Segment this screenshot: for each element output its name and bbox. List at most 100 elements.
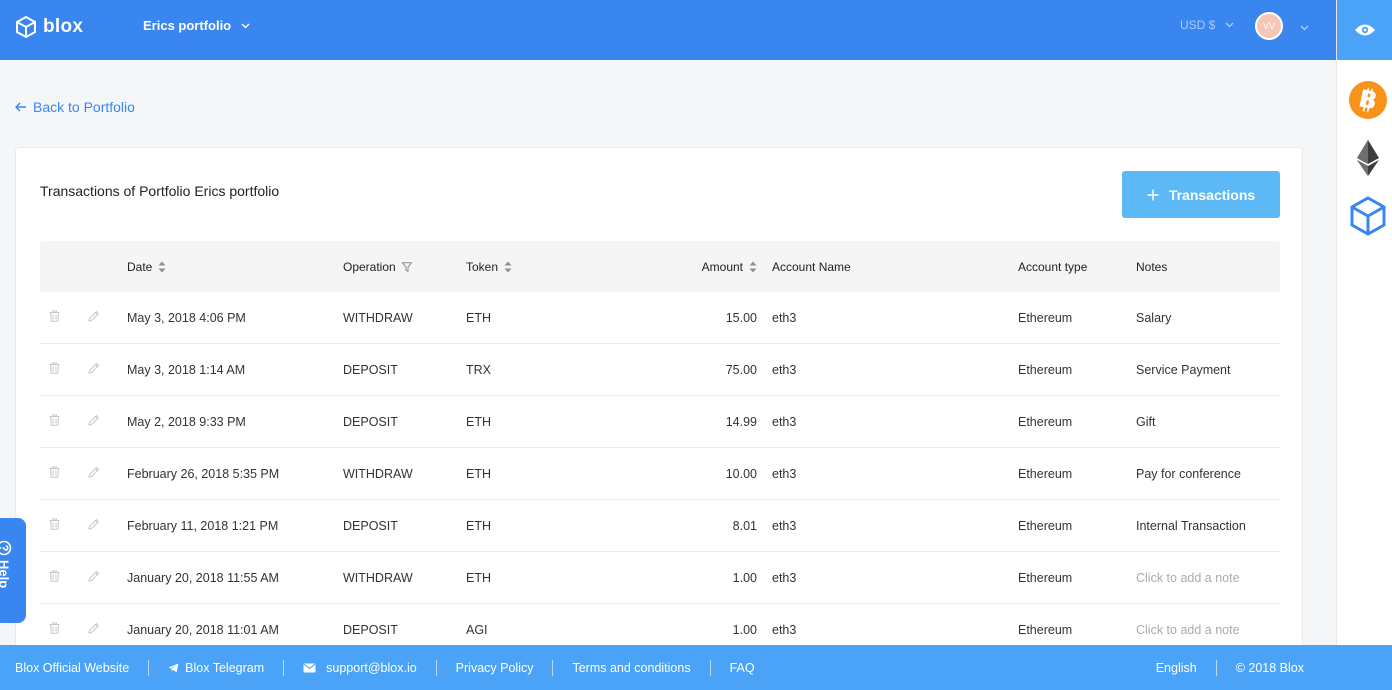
trash-icon — [49, 414, 60, 426]
edit-button[interactable] — [88, 622, 100, 634]
column-header-operation[interactable]: Operation — [343, 260, 466, 274]
edit-button[interactable] — [88, 570, 100, 582]
pencil-icon — [88, 570, 100, 582]
cell-amount: 1.00 — [732, 622, 757, 637]
footer-divider — [148, 659, 150, 676]
table-row: May 2, 2018 9:33 PM DEPOSIT ETH 14.99 eth3 Et… — [40, 396, 1280, 448]
cell-notes[interactable]: Click to add a note — [1136, 571, 1280, 585]
cell-notes[interactable]: Gift — [1136, 415, 1280, 429]
cell-operation: WITHDRAW — [343, 310, 413, 325]
edit-button[interactable] — [88, 518, 100, 530]
cell-account-name: eth3 — [772, 518, 797, 533]
chevron-down-icon — [1225, 22, 1234, 28]
cell-notes[interactable]: Service Payment — [1136, 363, 1280, 377]
currency-dropdown[interactable]: USD $ — [1180, 18, 1234, 32]
cell-date: May 3, 2018 4:06 PM — [127, 310, 246, 325]
visibility-toggle[interactable] — [1337, 0, 1392, 60]
rail-coin-ethereum[interactable] — [1348, 138, 1388, 178]
cell-token: ETH — [466, 570, 491, 585]
cell-date: May 3, 2018 1:14 AM — [127, 362, 246, 377]
portfolio-dropdown[interactable]: Erics portfolio — [143, 18, 250, 33]
delete-button[interactable] — [49, 570, 60, 582]
edit-button[interactable] — [88, 414, 100, 426]
delete-button[interactable] — [49, 622, 60, 634]
cell-account-name: eth3 — [772, 570, 797, 585]
back-link-label: Back to Portfolio — [33, 99, 135, 115]
column-header-date[interactable]: Date — [127, 260, 343, 274]
delete-button[interactable] — [49, 414, 60, 426]
cell-notes[interactable]: Internal Transaction — [1136, 519, 1280, 533]
footer-email-link[interactable]: support@blox.io — [303, 661, 417, 675]
cell-amount: 75.00 — [725, 362, 757, 377]
delete-button[interactable] — [49, 362, 60, 374]
filter-icon — [401, 261, 412, 272]
sort-icon — [749, 261, 757, 272]
cell-token: AGI — [466, 622, 488, 637]
table-row: January 20, 2018 11:55 AM WITHDRAW ETH 1.00… — [40, 552, 1280, 604]
cell-date: January 20, 2018 11:55 AM — [127, 570, 279, 585]
cell-operation: WITHDRAW — [343, 570, 413, 585]
rail-coin-bitcoin[interactable]: B — [1348, 80, 1388, 120]
cell-account-type: Ethereum — [1018, 466, 1073, 481]
plus-icon — [1147, 189, 1159, 200]
table-row: February 26, 2018 5:35 PM WITHDRAW ETH 10.0… — [40, 448, 1280, 500]
delete-button[interactable] — [49, 518, 60, 530]
brand-logo[interactable]: blox — [15, 15, 83, 39]
table-row: February 11, 2018 1:21 PM DEPOSIT ETH 8.01 e… — [40, 500, 1280, 552]
cell-token: TRX — [466, 362, 491, 377]
user-menu-toggle[interactable] — [1300, 18, 1309, 36]
cell-date: February 11, 2018 1:21 PM — [127, 518, 279, 533]
footer-divider — [283, 659, 285, 676]
footer-terms-link[interactable]: Terms and conditions — [572, 661, 690, 675]
avatar[interactable]: VV — [1255, 12, 1283, 40]
cell-date: February 26, 2018 5:35 PM — [127, 466, 280, 481]
footer-faq-link[interactable]: FAQ — [730, 661, 755, 675]
cell-account-type: Ethereum — [1018, 362, 1073, 377]
blox-logo-icon — [16, 15, 36, 39]
help-tab[interactable]: Help — [0, 518, 26, 623]
add-transaction-button[interactable]: Transactions — [1122, 171, 1280, 218]
pencil-icon — [88, 362, 100, 374]
avatar-initials: VV — [1262, 21, 1275, 31]
column-header-amount[interactable]: Amount — [606, 260, 772, 274]
footer-divider — [709, 659, 711, 676]
column-header-notes: Notes — [1136, 259, 1168, 274]
cell-account-name: eth3 — [772, 622, 797, 637]
cell-notes[interactable]: Salary — [1136, 311, 1280, 325]
cell-operation: WITHDRAW — [343, 466, 413, 481]
pencil-icon — [88, 518, 100, 530]
language-selector[interactable]: English — [1156, 661, 1197, 675]
sort-icon — [158, 261, 166, 272]
help-circle-icon — [0, 540, 12, 556]
top-bar: blox Erics portfolio USD $ VV — [0, 0, 1336, 60]
cell-account-type: Ethereum — [1018, 414, 1073, 429]
table-row: May 3, 2018 1:14 AM DEPOSIT TRX 75.00 eth3 Et… — [40, 344, 1280, 396]
cell-operation: DEPOSIT — [343, 622, 398, 637]
delete-button[interactable] — [49, 310, 60, 322]
edit-button[interactable] — [88, 310, 100, 322]
footer-website-link[interactable]: Blox Official Website — [15, 661, 129, 675]
pencil-icon — [88, 310, 100, 322]
cell-notes[interactable]: Pay for conference — [1136, 467, 1280, 481]
cell-token: ETH — [466, 518, 491, 533]
cell-account-name: eth3 — [772, 466, 797, 481]
cell-notes[interactable]: Click to add a note — [1136, 623, 1280, 637]
table-header: Date Operation Token Amount Account Name… — [40, 241, 1280, 292]
rail-coin-blox[interactable] — [1348, 196, 1388, 236]
cell-account-name: eth3 — [772, 310, 797, 325]
column-header-account-type: Account type — [1018, 259, 1088, 274]
add-transaction-label: Transactions — [1168, 186, 1256, 203]
edit-button[interactable] — [88, 466, 100, 478]
cell-token: ETH — [466, 414, 491, 429]
cell-amount: 14.99 — [725, 414, 757, 429]
column-header-token[interactable]: Token — [466, 260, 606, 274]
telegram-icon — [168, 663, 179, 672]
cell-account-type: Ethereum — [1018, 570, 1073, 585]
footer-telegram-link[interactable]: Blox Telegram — [168, 661, 264, 675]
edit-button[interactable] — [88, 362, 100, 374]
back-to-portfolio-link[interactable]: Back to Portfolio — [15, 99, 135, 115]
footer-privacy-link[interactable]: Privacy Policy — [456, 661, 534, 675]
delete-button[interactable] — [49, 466, 60, 478]
cell-amount: 1.00 — [732, 570, 757, 585]
bitcoin-icon: B — [1349, 81, 1387, 119]
